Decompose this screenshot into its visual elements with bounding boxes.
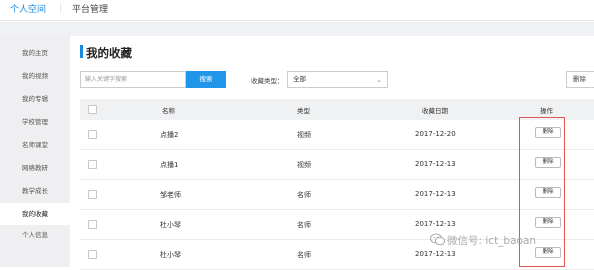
sidebar-item-school-management[interactable]: 学校管理 bbox=[0, 111, 70, 133]
top-nav: 个人空间 平台管理 bbox=[0, 0, 594, 22]
sidebar-item-my-albums[interactable]: 我的专辑 bbox=[0, 88, 70, 110]
row-date: 2017-12-13 bbox=[415, 250, 456, 258]
sidebar: 我的主页 我的视频 我的专辑 学校管理 名师课堂 网络教研 教学成长 我的收藏 … bbox=[0, 36, 70, 267]
sidebar-item-my-videos[interactable]: 我的视频 bbox=[0, 65, 70, 87]
table-row: 点播1 视频 2017-12-13 删除 bbox=[80, 150, 594, 180]
row-checkbox[interactable] bbox=[88, 220, 97, 229]
tab-platform-management[interactable]: 平台管理 bbox=[72, 2, 108, 15]
bulk-delete-button[interactable]: 删除 bbox=[566, 71, 594, 88]
row-type: 名师 bbox=[297, 221, 311, 229]
sidebar-item-personal-info[interactable]: 个人信息 bbox=[0, 224, 70, 246]
table-row: 邹老师 名师 2017-12-13 删除 bbox=[80, 180, 594, 210]
table-header: 名称 类型 收藏日期 操作 bbox=[80, 99, 594, 120]
row-type: 名师 bbox=[297, 191, 311, 199]
header-action: 操作 bbox=[540, 107, 553, 115]
sidebar-item-famous-teacher-class[interactable]: 名师课堂 bbox=[0, 134, 70, 156]
row-type: 视频 bbox=[297, 131, 311, 139]
search-button[interactable]: 搜索 bbox=[186, 71, 226, 88]
title-accent-bar bbox=[80, 45, 83, 58]
wechat-icon bbox=[430, 233, 445, 246]
tab-personal-space[interactable]: 个人空间 bbox=[10, 2, 46, 15]
header-strip bbox=[0, 22, 594, 36]
row-type: 名师 bbox=[297, 251, 311, 259]
header-date: 收藏日期 bbox=[422, 107, 448, 115]
watermark-text: 微信号: ict_baoan bbox=[447, 235, 537, 247]
select-all-checkbox[interactable] bbox=[88, 105, 97, 114]
tab-divider bbox=[60, 3, 61, 13]
row-name: 点播2 bbox=[160, 131, 179, 139]
row-date: 2017-12-20 bbox=[415, 130, 456, 138]
row-checkbox[interactable] bbox=[88, 160, 97, 169]
header-type: 类型 bbox=[297, 107, 310, 115]
filter-type-label: 收藏类型： bbox=[251, 77, 284, 85]
row-type: 视频 bbox=[297, 161, 311, 169]
row-name: 点播1 bbox=[160, 161, 179, 169]
row-name: 杜小琴 bbox=[160, 251, 181, 259]
row-date: 2017-12-13 bbox=[415, 160, 456, 168]
chevron-down-icon: ⌄ bbox=[376, 76, 382, 84]
top-nav-underline bbox=[0, 20, 594, 21]
sidebar-item-home[interactable]: 我的主页 bbox=[0, 42, 70, 64]
row-date: 2017-12-13 bbox=[415, 220, 456, 228]
header-name: 名称 bbox=[162, 107, 175, 115]
search-input[interactable] bbox=[80, 71, 186, 88]
row-checkbox[interactable] bbox=[88, 130, 97, 139]
sidebar-item-online-research[interactable]: 网络教研 bbox=[0, 157, 70, 179]
sidebar-item-teaching-growth[interactable]: 教学成长 bbox=[0, 180, 70, 202]
table-row: 点播2 视频 2017-12-20 删除 bbox=[80, 120, 594, 150]
row-checkbox[interactable] bbox=[88, 190, 97, 199]
favorite-type-selected: 全部 bbox=[293, 75, 306, 83]
row-checkbox[interactable] bbox=[88, 250, 97, 259]
row-name: 杜小琴 bbox=[160, 221, 181, 229]
page-title: 我的收藏 bbox=[86, 46, 132, 60]
favorite-type-select[interactable]: 全部 ⌄ bbox=[287, 71, 388, 88]
row-date: 2017-12-13 bbox=[415, 190, 456, 198]
row-name: 邹老师 bbox=[160, 191, 181, 199]
sidebar-item-my-favorites[interactable]: 我的收藏 bbox=[0, 203, 70, 225]
